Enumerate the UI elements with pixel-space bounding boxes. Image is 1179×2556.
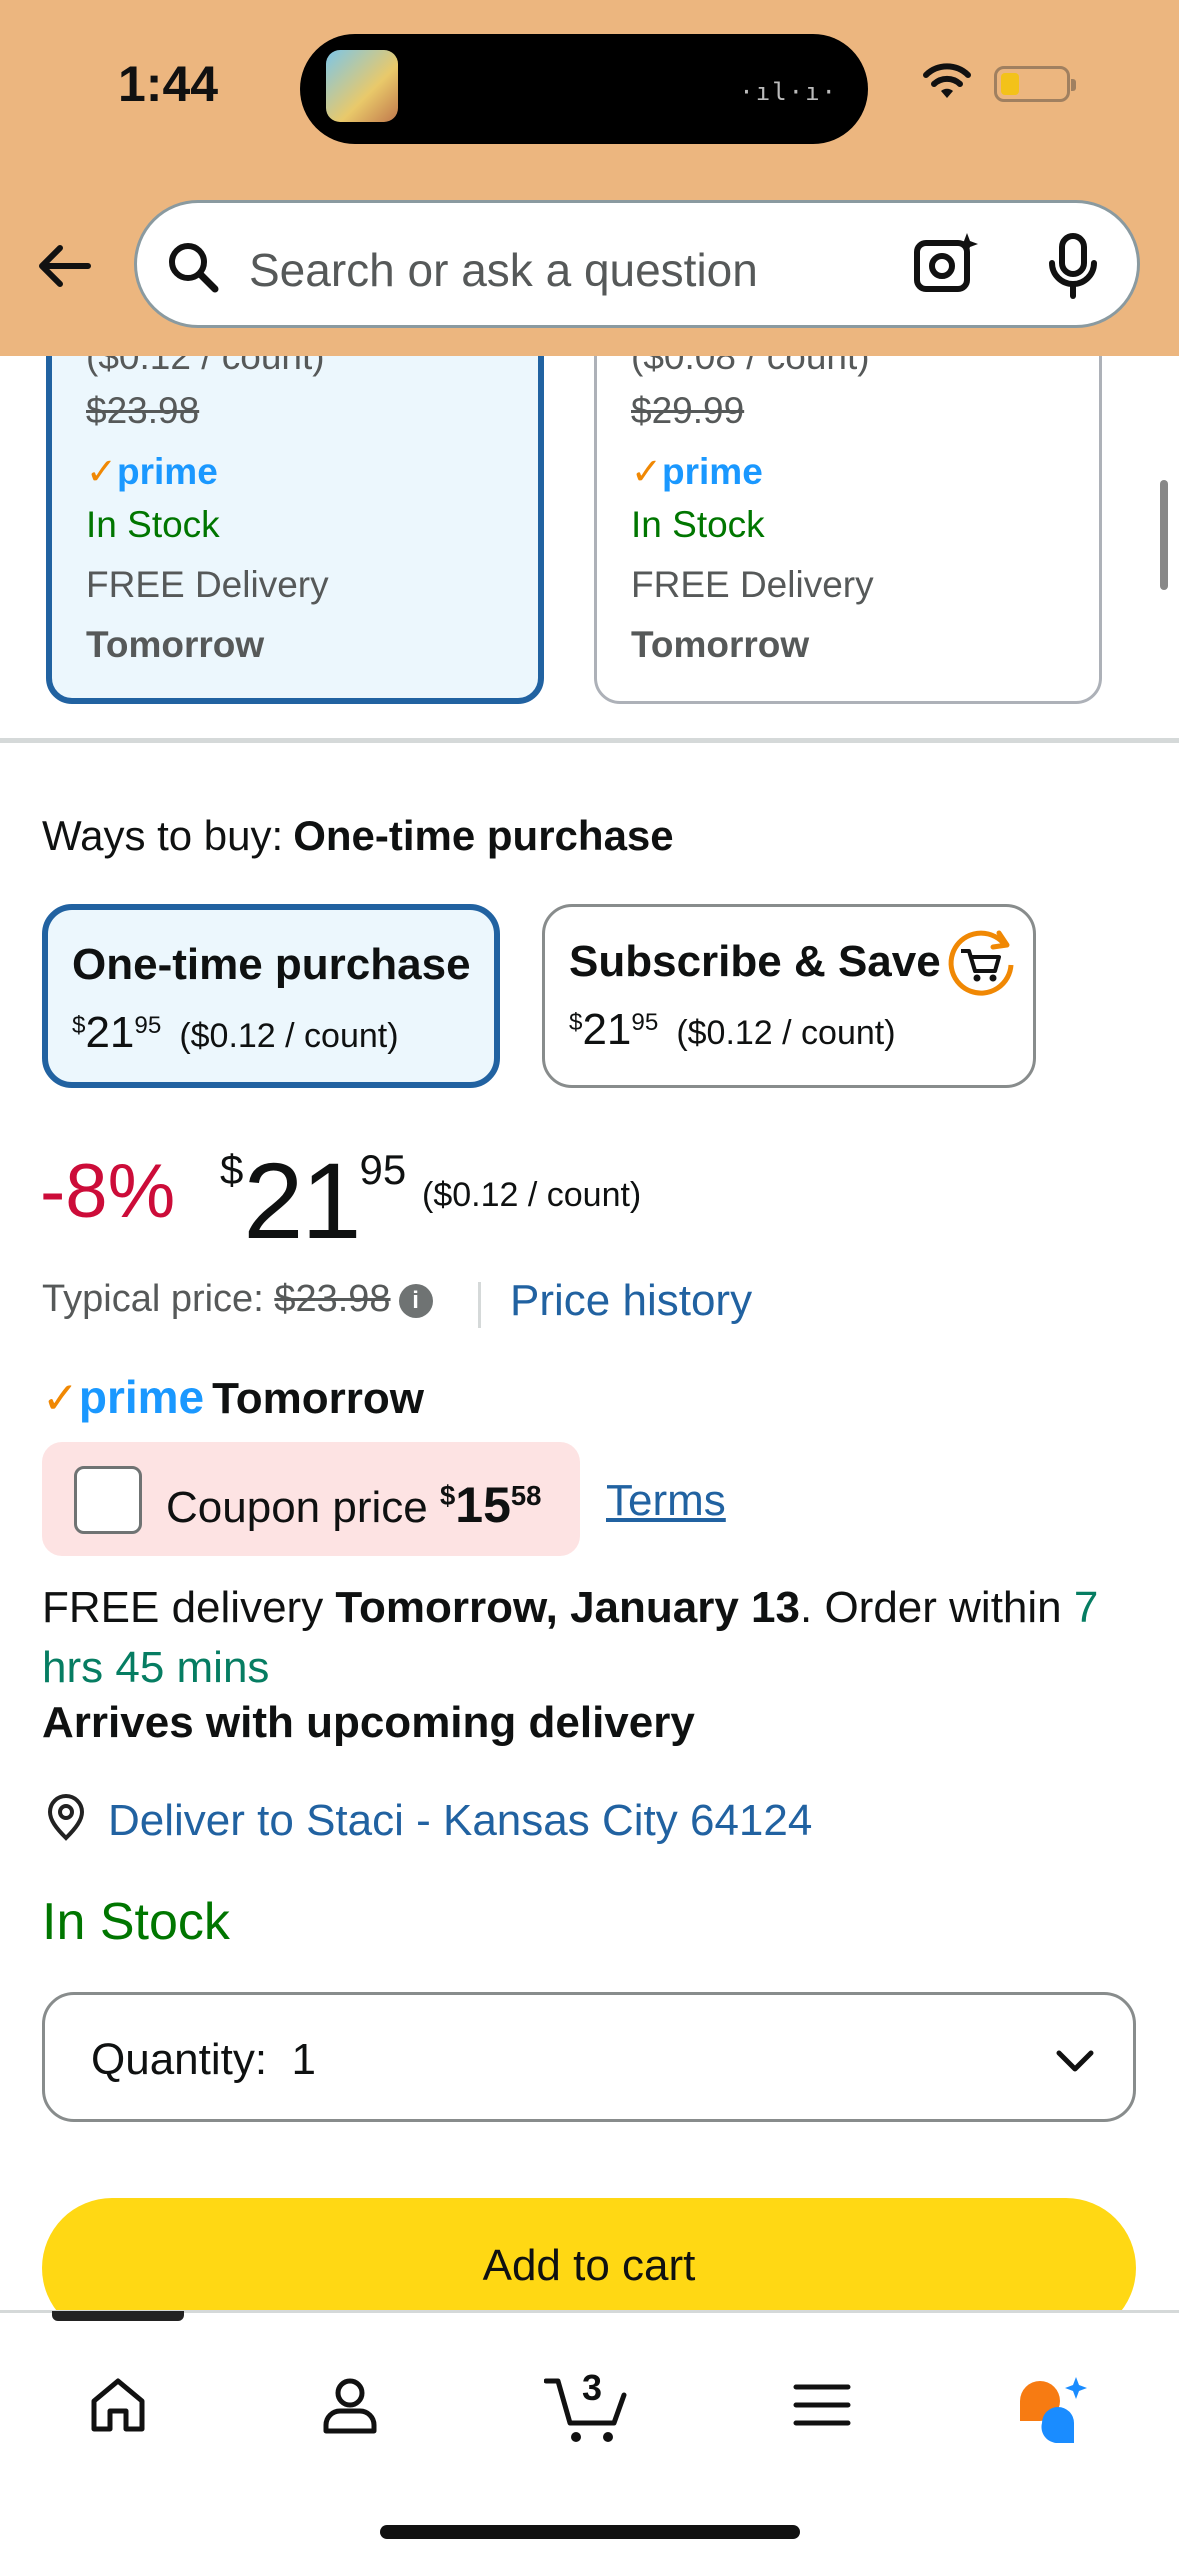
header: 1:44 ·ıl·ı· Search or ask a question	[0, 0, 1179, 356]
ways-to-buy-selected: One-time purchase	[293, 812, 674, 859]
battery-icon	[994, 66, 1076, 102]
variant-delivery: FREE Delivery	[631, 564, 874, 605]
main-price: $2195	[220, 1140, 407, 1261]
search-input[interactable]: Search or ask a question	[249, 243, 758, 297]
variant-stock: In Stock	[86, 504, 220, 545]
separator	[478, 1282, 481, 1328]
buy-option-price: $2195 ($0.12 / count)	[72, 1008, 399, 1057]
prime-delivery-badge: ✓prime Tomorrow	[42, 1371, 424, 1423]
scroll-indicator[interactable]	[1160, 480, 1168, 590]
variant-delivery-day: Tomorrow	[86, 624, 265, 665]
back-arrow-icon[interactable]	[34, 236, 94, 296]
account-icon[interactable]	[318, 2373, 382, 2437]
buy-option-title: Subscribe & Save	[569, 937, 941, 986]
quantity-label: Quantity: 1	[91, 2035, 317, 2084]
buy-option-price: $2195 ($0.12 / count)	[569, 1005, 896, 1054]
variant-delivery-day: Tomorrow	[631, 624, 810, 665]
buy-option-title: One-time purchase	[72, 940, 471, 989]
coupon-terms-link[interactable]: Terms	[606, 1476, 726, 1526]
status-time: 1:44	[118, 56, 219, 112]
variant-card-2[interactable]: ($0.08 / count) $29.99 ✓prime In Stock F…	[594, 300, 1102, 704]
typical-price: Typical price: $23.98 i	[42, 1278, 433, 1321]
variant-card-1[interactable]: ($0.12 / count) $23.98 ✓prime In Stock F…	[46, 300, 544, 704]
dynamic-island: ·ıl·ı·	[300, 34, 868, 144]
bottom-tab-bar: 3	[0, 2310, 1179, 2556]
variant-prime-badge: ✓prime	[631, 451, 763, 492]
one-time-purchase-option[interactable]: One-time purchase $2195 ($0.12 / count)	[42, 904, 500, 1088]
location-pin-icon	[47, 1794, 85, 1841]
cart-tab[interactable]: 3	[543, 2367, 632, 2450]
camera-search-icon[interactable]	[913, 231, 979, 297]
home-icon[interactable]	[86, 2373, 150, 2437]
coupon-label: Coupon price $1558	[166, 1477, 542, 1533]
ways-to-buy-label: Ways to buy:	[42, 812, 284, 859]
subscribe-save-option[interactable]: Subscribe & Save $2195 ($0.12 / count)	[542, 904, 1036, 1088]
variant-stock: In Stock	[631, 504, 765, 545]
variant-list-price: $23.98	[86, 390, 200, 431]
cart-count-badge: 3	[582, 2367, 603, 2408]
audio-wave-icon: ·ıl·ı·	[739, 78, 838, 106]
coupon-checkbox[interactable]	[74, 1466, 142, 1534]
search-bar[interactable]: Search or ask a question	[134, 200, 1140, 328]
quantity-select[interactable]: Quantity: 1	[42, 1992, 1136, 2122]
stock-status: In Stock	[42, 1893, 230, 1951]
variant-list-price: $29.99	[631, 390, 745, 431]
price-history-link[interactable]: Price history	[510, 1276, 752, 1326]
wifi-icon	[923, 63, 971, 98]
chevron-down-icon	[1056, 2050, 1094, 2072]
section-divider	[0, 738, 1179, 743]
arrives-note: Arrives with upcoming delivery	[42, 1698, 695, 1747]
variant-delivery: FREE Delivery	[86, 564, 329, 605]
microphone-icon[interactable]	[1047, 233, 1099, 299]
now-playing-thumbnail	[326, 50, 398, 122]
discount-percentage: -8%	[40, 1149, 176, 1234]
deliver-to-link[interactable]: Deliver to Staci - Kansas City 64124	[108, 1796, 812, 1846]
coupon-box[interactable]: Coupon price $1558	[42, 1442, 580, 1556]
info-icon[interactable]: i	[398, 1283, 433, 1318]
active-tab-indicator	[52, 2311, 184, 2321]
main-unit-price: ($0.12 / count)	[422, 1176, 642, 1214]
search-icon	[169, 243, 219, 293]
menu-icon[interactable]	[790, 2373, 854, 2437]
delivery-message: FREE delivery Tomorrow, January 13. Orde…	[42, 1583, 1099, 1692]
home-indicator	[380, 2525, 800, 2539]
rufus-assistant-icon[interactable]	[1014, 2373, 1094, 2453]
subscribe-cart-icon	[948, 930, 1014, 996]
ways-to-buy-heading: Ways to buy: One-time purchase	[42, 812, 674, 860]
variant-prime-badge: ✓prime	[86, 451, 218, 492]
